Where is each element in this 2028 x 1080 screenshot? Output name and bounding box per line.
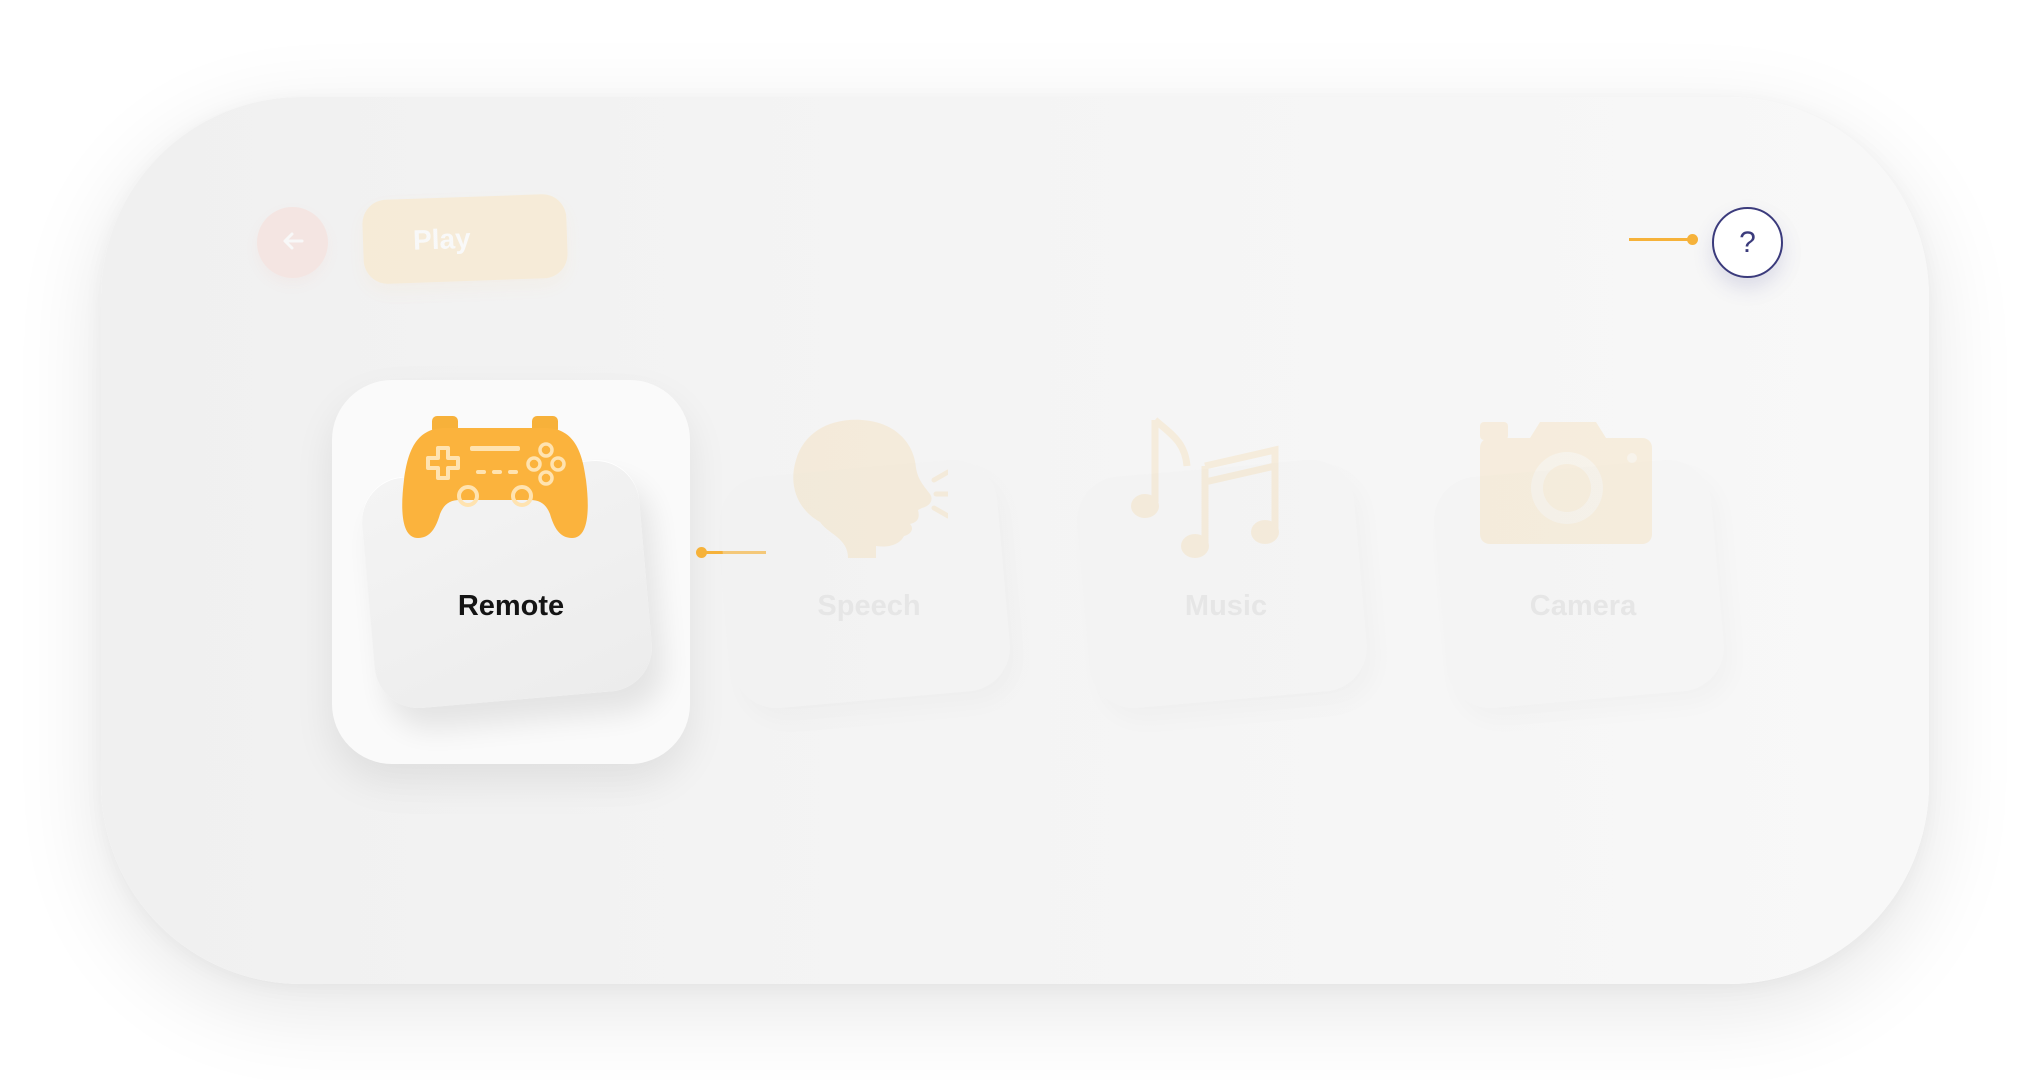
app-tile-label: Camera [1529, 590, 1637, 622]
app-tile-camera[interactable]: Camera [1404, 380, 1762, 764]
help-button[interactable]: ? [1712, 207, 1783, 278]
app-tile-speech[interactable]: Speech [690, 380, 1048, 764]
play-button-label: Play [412, 222, 472, 256]
help-pointer-dot [1687, 234, 1698, 245]
back-button[interactable] [257, 207, 328, 278]
speaking-head-icon [758, 410, 953, 560]
app-tile-remote[interactable]: Remote [332, 380, 690, 764]
help-pointer-line [1629, 238, 1693, 241]
gamepad-icon [400, 410, 590, 560]
app-tile-music[interactable]: Music [1047, 380, 1405, 764]
app-tile-label: Speech [817, 590, 921, 622]
help-icon: ? [1739, 225, 1756, 259]
screen: Play ? Remote Speech Music Camera [0, 0, 2028, 1080]
music-notes-icon [1115, 410, 1305, 560]
app-tile-label: Remote [457, 590, 565, 622]
camera-icon [1472, 410, 1662, 560]
play-button[interactable]: Play [361, 193, 569, 285]
app-tile-label: Music [1184, 590, 1268, 622]
arrow-left-icon [278, 226, 308, 260]
